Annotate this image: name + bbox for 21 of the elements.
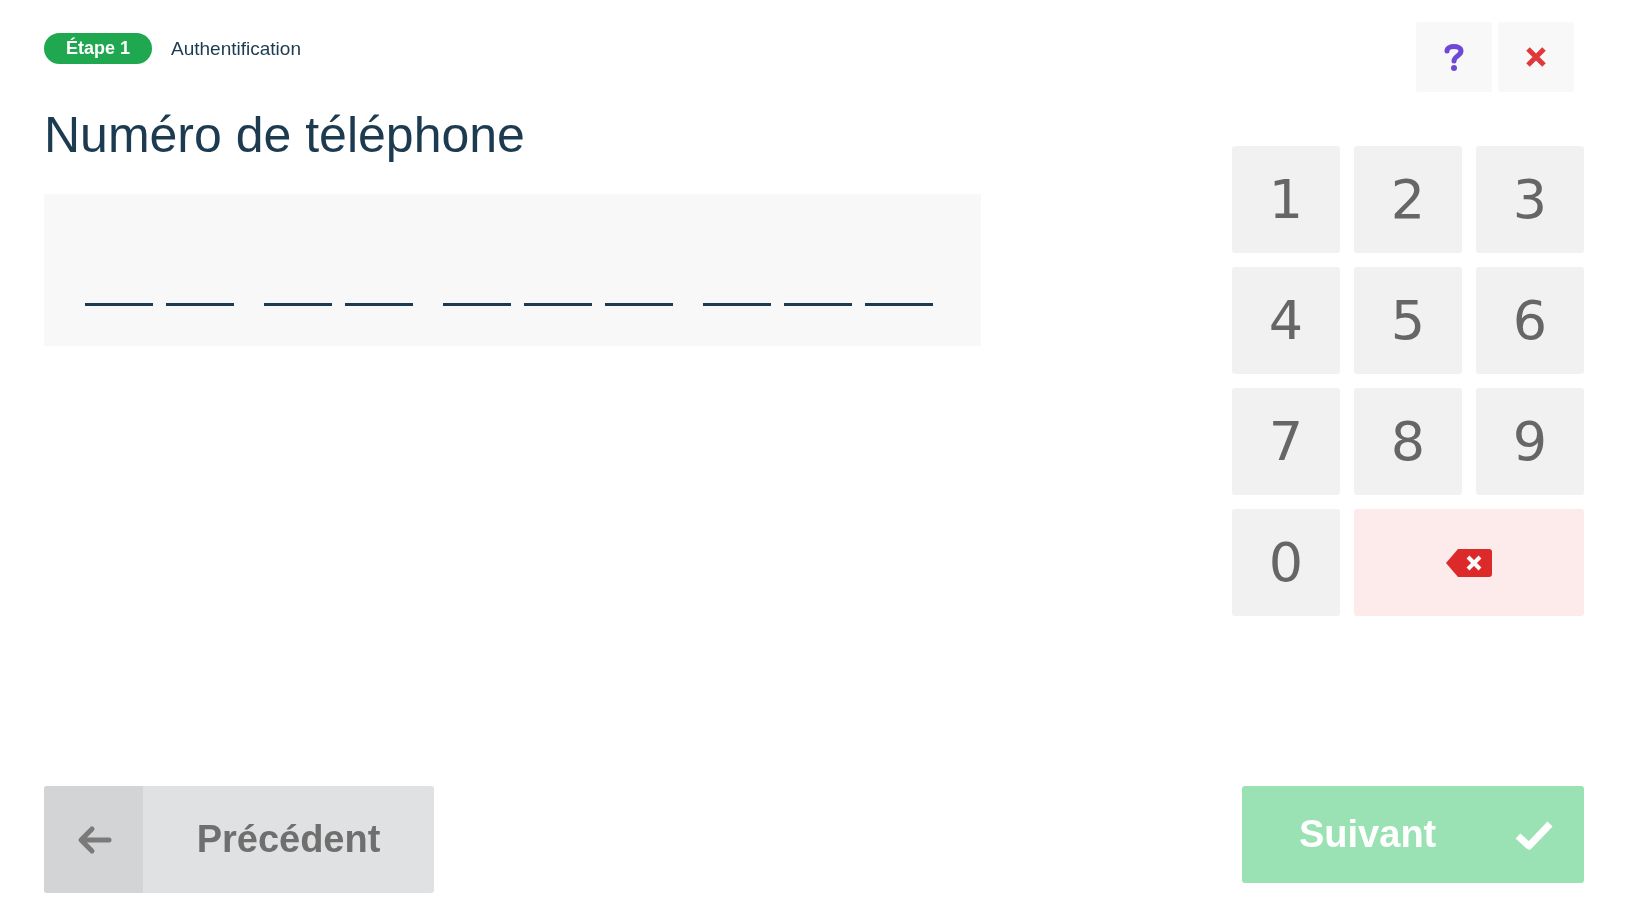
- previous-button[interactable]: Précédent: [44, 786, 434, 893]
- phone-input-field[interactable]: [44, 194, 981, 346]
- close-button[interactable]: [1498, 22, 1574, 92]
- backspace-button[interactable]: [1354, 509, 1584, 616]
- keypad-key[interactable]: 8: [1354, 388, 1462, 495]
- keypad-key[interactable]: 3: [1476, 146, 1584, 253]
- step-badge: Étape 1: [44, 33, 153, 64]
- page-title: Numéro de téléphone: [44, 110, 526, 160]
- keypad-key[interactable]: 5: [1354, 267, 1462, 374]
- keypad-key[interactable]: 7: [1232, 388, 1340, 495]
- keypad-key[interactable]: 6: [1476, 267, 1584, 374]
- help-icon: [1443, 42, 1465, 72]
- keypad-key[interactable]: 2: [1354, 146, 1462, 253]
- help-button[interactable]: [1416, 22, 1492, 92]
- backspace-icon: [1445, 547, 1493, 578]
- close-icon: [1525, 46, 1547, 68]
- keypad-key[interactable]: 1: [1232, 146, 1340, 253]
- keypad-key[interactable]: 0: [1232, 509, 1340, 616]
- keypad-key[interactable]: 9: [1476, 388, 1584, 495]
- keypad-key[interactable]: 4: [1232, 267, 1340, 374]
- step-label: Authentification: [171, 37, 301, 60]
